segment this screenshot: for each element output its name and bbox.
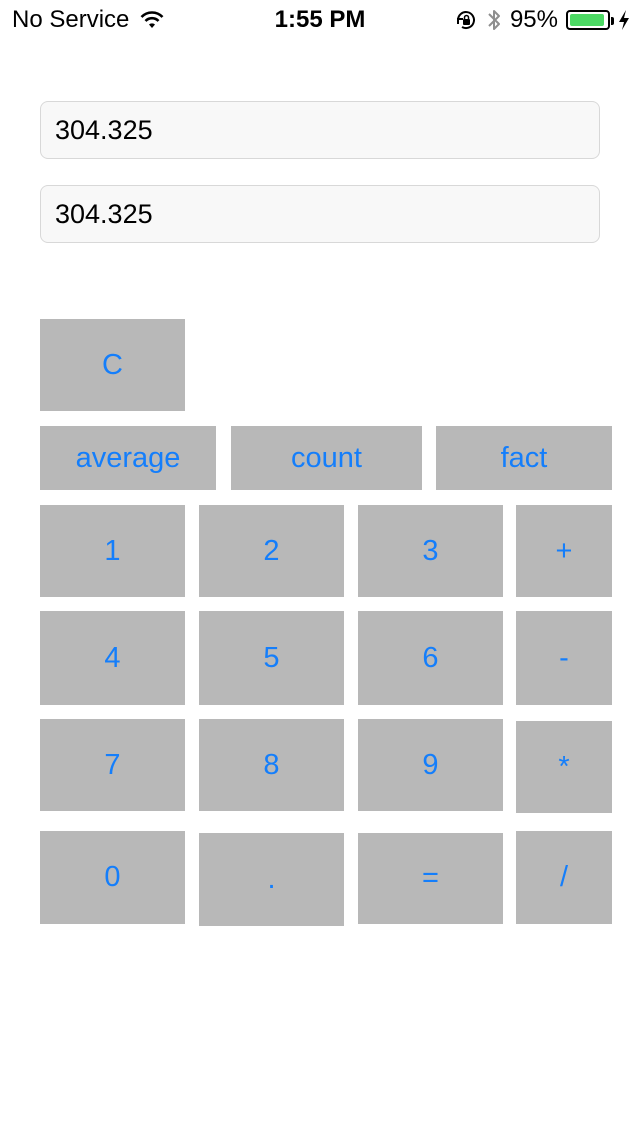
digit-4-button[interactable]: 4	[40, 611, 185, 705]
equals-button[interactable]: =	[358, 833, 503, 924]
digit-5-button[interactable]: 5	[199, 611, 344, 705]
rotation-lock-icon	[454, 8, 478, 32]
clear-button[interactable]: C	[40, 319, 185, 411]
digit-9-button[interactable]: 9	[358, 719, 503, 811]
minus-button[interactable]: -	[516, 611, 612, 705]
bluetooth-icon	[486, 7, 502, 33]
first-number-field[interactable]	[40, 101, 600, 159]
battery-cap	[611, 17, 614, 25]
count-button[interactable]: count	[231, 426, 422, 490]
decimal-point-button[interactable]: .	[199, 833, 344, 926]
factorial-button[interactable]: fact	[436, 426, 612, 490]
status-right: 95%	[454, 6, 630, 34]
digit-8-button[interactable]: 8	[199, 719, 344, 811]
average-button[interactable]: average	[40, 426, 216, 490]
digit-6-button[interactable]: 6	[358, 611, 503, 705]
battery-percent: 95%	[509, 6, 558, 33]
status-bar: No Service 1:55 PM 95%	[0, 0, 640, 40]
multiply-button[interactable]: *	[516, 721, 612, 813]
digit-0-button[interactable]: 0	[40, 831, 185, 924]
plus-button[interactable]: +	[516, 505, 612, 597]
battery-icon	[566, 10, 614, 30]
digit-2-button[interactable]: 2	[199, 505, 344, 597]
battery-level-fill	[570, 14, 605, 26]
divide-button[interactable]: /	[516, 831, 612, 924]
second-number-field[interactable]	[40, 185, 600, 243]
charging-bolt-icon	[618, 9, 630, 31]
calculator-screen: No Service 1:55 PM 95% 304.325 304.325 C…	[0, 0, 640, 1136]
digit-1-button[interactable]: 1	[40, 505, 185, 597]
digit-7-button[interactable]: 7	[40, 719, 185, 811]
digit-3-button[interactable]: 3	[358, 505, 503, 597]
